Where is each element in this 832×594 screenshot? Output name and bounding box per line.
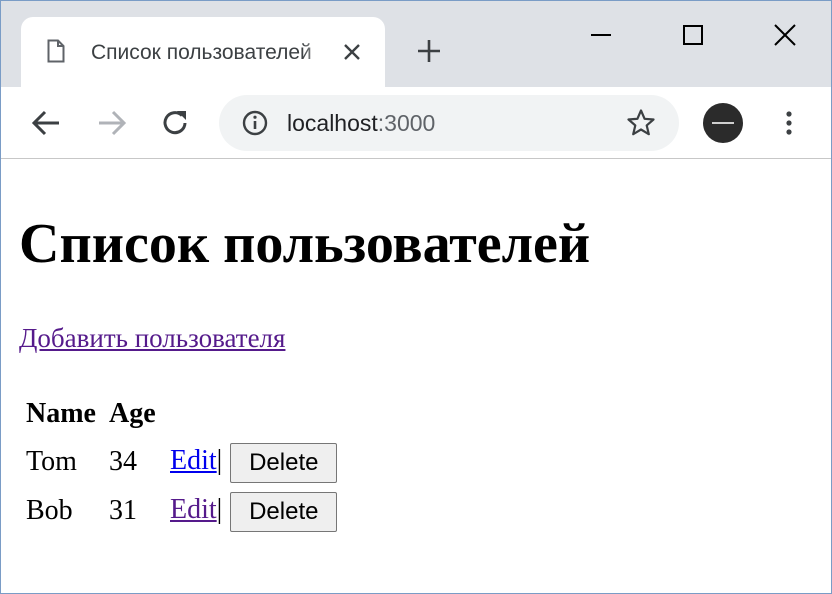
column-header-name: Name [26, 398, 96, 429]
more-menu-icon[interactable] [775, 107, 803, 139]
user-age: 34 [109, 446, 137, 477]
profile-avatar[interactable] [703, 103, 743, 143]
maximize-icon[interactable] [673, 15, 713, 55]
reload-icon[interactable] [157, 105, 193, 141]
tab-title: Список пользователей [91, 41, 312, 64]
users-table: Name Age Tom 34 Edit| Delete Bob 31 Edit|… [22, 389, 341, 537]
browser-window: Список пользователей localhost:3000 Спис… [0, 0, 832, 594]
add-user-link[interactable]: Добавить пользователя [19, 322, 285, 354]
page-content: Список пользователей Добавить пользовате… [1, 160, 831, 593]
tab-strip: Список пользователей [1, 1, 831, 87]
tab-close-icon[interactable] [341, 41, 363, 63]
column-header-actions [169, 392, 338, 436]
table-header-row: Name Age [25, 392, 338, 436]
column-header-age: Age [109, 398, 156, 429]
url-text: localhost:3000 [287, 109, 435, 137]
delete-button[interactable]: Delete [230, 442, 338, 483]
close-window-icon[interactable] [765, 15, 805, 55]
separator: | [216, 445, 223, 477]
url-host: localhost [287, 110, 378, 136]
row-actions: Edit| Delete [169, 439, 338, 485]
back-arrow-icon[interactable] [29, 105, 65, 141]
row-actions: Edit| Delete [169, 488, 338, 534]
table-row: Bob 31 Edit| Delete [25, 488, 338, 534]
browser-toolbar: localhost:3000 [1, 87, 831, 159]
url-port: :3000 [377, 110, 436, 136]
forward-arrow-icon[interactable] [93, 105, 129, 141]
table-row: Tom 34 Edit| Delete [25, 439, 338, 485]
info-icon[interactable] [241, 109, 269, 137]
page-title: Список пользователей [19, 213, 591, 275]
user-name: Bob [26, 495, 73, 526]
delete-button[interactable]: Delete [230, 491, 338, 532]
document-icon [47, 39, 65, 63]
edit-link[interactable]: Edit [170, 494, 217, 525]
user-age: 31 [109, 495, 137, 526]
user-name: Tom [26, 446, 77, 477]
address-bar[interactable]: localhost:3000 [219, 95, 679, 151]
bookmark-star-icon[interactable] [625, 107, 657, 139]
separator: | [216, 494, 223, 526]
tab-active[interactable]: Список пользователей [21, 17, 385, 87]
edit-link[interactable]: Edit [170, 445, 217, 476]
new-tab-icon[interactable] [415, 37, 443, 65]
minimize-icon[interactable] [581, 15, 621, 55]
